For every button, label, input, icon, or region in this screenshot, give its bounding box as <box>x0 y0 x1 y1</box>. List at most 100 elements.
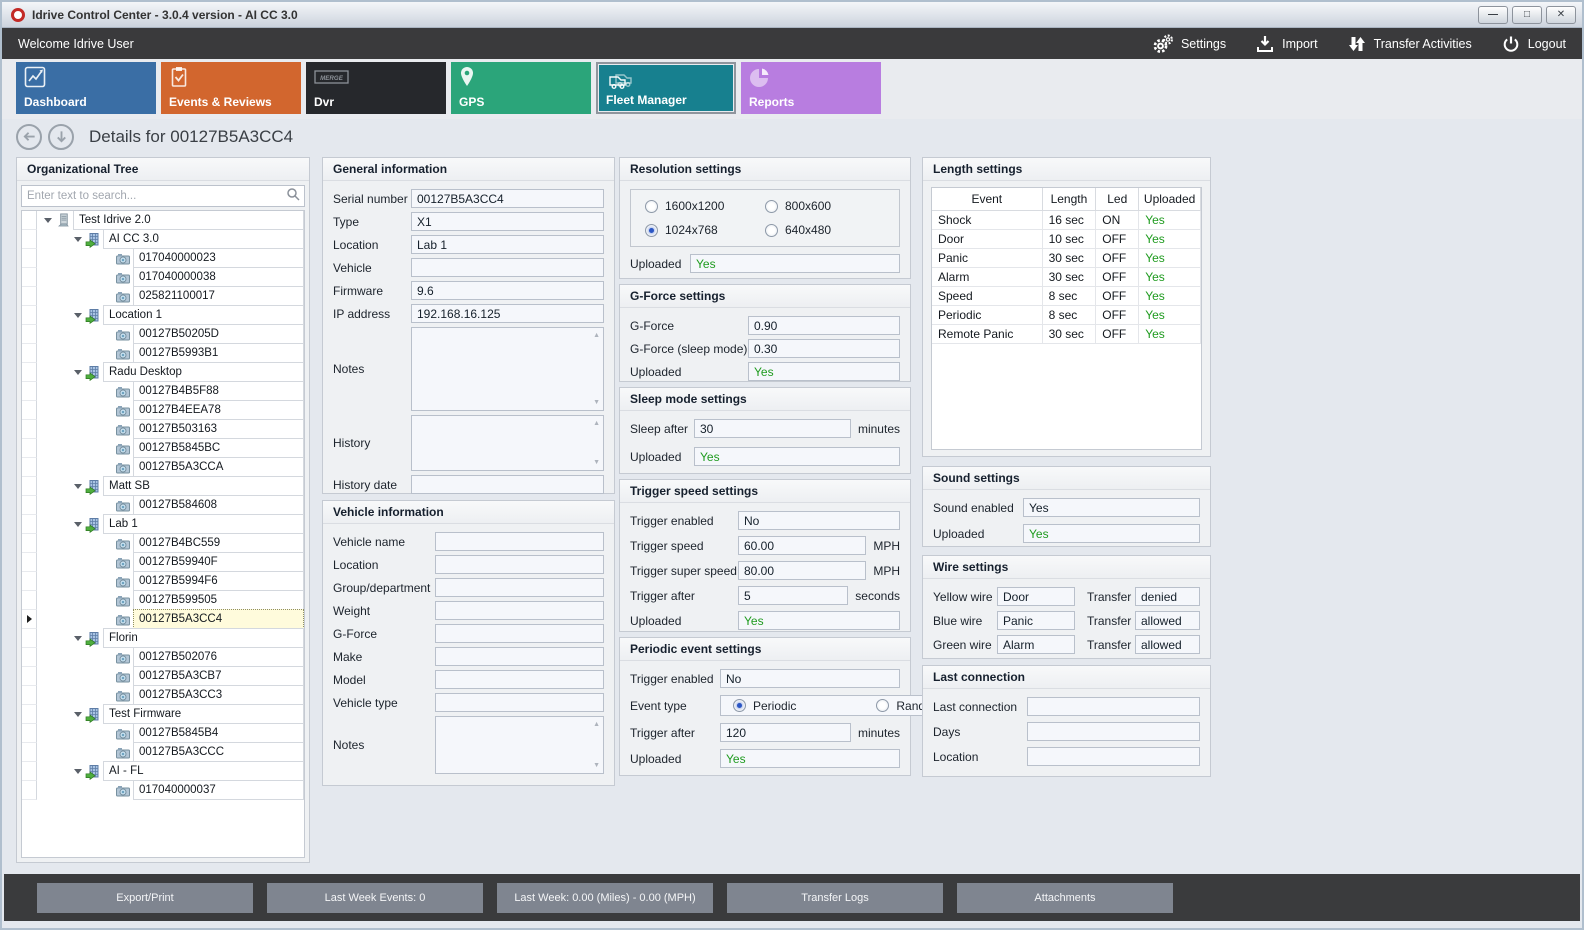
minimize-button[interactable]: — <box>1478 6 1508 24</box>
uploaded-field[interactable] <box>720 749 900 768</box>
model-field[interactable] <box>435 670 604 689</box>
trigger-enabled-field[interactable] <box>720 669 900 688</box>
periodic-radio[interactable]: Periodic <box>733 699 796 713</box>
green-wire-field[interactable] <box>997 635 1075 654</box>
tree-row-00127b4b5f88[interactable]: 00127B4B5F88 <box>22 382 304 401</box>
tree-row-radu-desktop[interactable]: Radu Desktop <box>22 363 304 382</box>
expander-icon[interactable] <box>71 705 84 724</box>
serial-number-field[interactable] <box>411 189 604 208</box>
scroll-down-icon[interactable]: ▼ <box>593 762 600 769</box>
tree-row-017040000038[interactable]: 017040000038 <box>22 268 304 287</box>
tree-row-00127b5993b1[interactable]: 00127B5993B1 <box>22 344 304 363</box>
length-row-alarm[interactable]: Alarm30 secOFFYes <box>932 267 1201 286</box>
tree-row-00127b59940f[interactable]: 00127B59940F <box>22 553 304 572</box>
g-force-sleep-mode-field[interactable] <box>748 339 900 358</box>
sound-enabled-field[interactable] <box>1023 498 1200 517</box>
tree-row-00127b5a3ccc[interactable]: 00127B5A3CCC <box>22 743 304 762</box>
tree-row-lab-1[interactable]: Lab 1 <box>22 515 304 534</box>
scroll-down-icon[interactable]: ▼ <box>593 459 600 466</box>
expander-icon[interactable] <box>71 230 84 249</box>
scroll-up-icon[interactable]: ▲ <box>593 420 600 427</box>
tree-row-00127b5845b4[interactable]: 00127B5845B4 <box>22 724 304 743</box>
expander-icon[interactable] <box>71 306 84 325</box>
scroll-up-icon[interactable]: ▲ <box>593 721 600 728</box>
tree-row-matt-sb[interactable]: Matt SB <box>22 477 304 496</box>
location-field[interactable] <box>1027 747 1200 766</box>
column-header-uploaded[interactable]: Uploaded <box>1139 188 1201 210</box>
yellow-wire-field[interactable] <box>997 587 1075 606</box>
tree-row-00127b50205d[interactable]: 00127B50205D <box>22 325 304 344</box>
column-header-event[interactable]: Event <box>932 188 1042 210</box>
expander-icon[interactable] <box>71 515 84 534</box>
transfer-activities-button[interactable]: Transfer Activities <box>1348 35 1472 53</box>
sleep-after-field[interactable] <box>694 419 851 438</box>
tree-row-00127b5a3cb7[interactable]: 00127B5A3CB7 <box>22 667 304 686</box>
type-field[interactable] <box>411 212 604 231</box>
expander-icon[interactable] <box>71 762 84 781</box>
uploaded-field[interactable] <box>748 362 900 381</box>
search-icon-slot[interactable] <box>286 187 300 206</box>
trigger-after-field[interactable] <box>720 723 851 742</box>
make-field[interactable] <box>435 647 604 666</box>
tab-dvr[interactable]: MERGEDvr <box>306 62 446 114</box>
expander-icon[interactable] <box>71 629 84 648</box>
tree-row-017040000023[interactable]: 017040000023 <box>22 249 304 268</box>
history-textarea[interactable] <box>412 416 603 470</box>
tree-row-00127b4eea78[interactable]: 00127B4EEA78 <box>22 401 304 420</box>
tree-row-florin[interactable]: Florin <box>22 629 304 648</box>
tab-fleet-manager[interactable]: Fleet Manager <box>596 62 736 114</box>
blue-wire-transfer-field[interactable] <box>1135 611 1200 630</box>
location-field[interactable] <box>411 235 604 254</box>
last-connection-field[interactable] <box>1027 697 1200 716</box>
tree-row-00127b5994f6[interactable]: 00127B5994F6 <box>22 572 304 591</box>
1024x768-radio[interactable]: 1024x768 <box>645 223 765 237</box>
uploaded-field[interactable] <box>694 447 900 466</box>
days-field[interactable] <box>1027 722 1200 741</box>
640x480-radio[interactable]: 640x480 <box>765 223 885 237</box>
firmware-field[interactable] <box>411 281 604 300</box>
uploaded-field[interactable] <box>1023 524 1200 543</box>
back-button[interactable] <box>16 124 42 150</box>
tree-row-00127b599505[interactable]: 00127B599505 <box>22 591 304 610</box>
tree-row-025821100017[interactable]: 025821100017 <box>22 287 304 306</box>
column-header-led[interactable]: Led <box>1096 188 1139 210</box>
trigger-speed-field[interactable] <box>738 536 866 555</box>
length-row-door[interactable]: Door10 secOFFYes <box>932 229 1201 248</box>
column-header-length[interactable]: Length <box>1042 188 1096 210</box>
export-print-button[interactable]: Export/Print <box>37 883 253 913</box>
tree-row-017040000037[interactable]: 017040000037 <box>22 781 304 800</box>
vehicle-field[interactable] <box>411 258 604 277</box>
attachments-button[interactable]: Attachments <box>957 883 1173 913</box>
last-week-miles-button[interactable]: Last Week: 0.00 (Miles) - 0.00 (MPH) <box>497 883 713 913</box>
maximize-button[interactable]: □ <box>1512 6 1542 24</box>
tree-row-test-idrive-2-0[interactable]: Test Idrive 2.0 <box>22 211 304 230</box>
uploaded-field[interactable] <box>738 611 900 630</box>
expander-icon[interactable] <box>41 211 54 230</box>
tab-dashboard[interactable]: Dashboard <box>16 62 156 114</box>
g-force-field[interactable] <box>748 316 900 335</box>
tree-row-test-firmware[interactable]: Test Firmware <box>22 705 304 724</box>
last-week-events-button[interactable]: Last Week Events: 0 <box>267 883 483 913</box>
trigger-after-field[interactable] <box>738 586 848 605</box>
expander-icon[interactable] <box>71 363 84 382</box>
length-row-speed[interactable]: Speed8 secOFFYes <box>932 286 1201 305</box>
yellow-wire-transfer-field[interactable] <box>1135 587 1200 606</box>
tree-row-ai-fl[interactable]: AI - FL <box>22 762 304 781</box>
notes-textarea[interactable] <box>412 328 603 410</box>
notes-textarea[interactable] <box>436 717 603 773</box>
length-row-shock[interactable]: Shock16 secONYes <box>932 210 1201 229</box>
g-force-field[interactable] <box>435 624 604 643</box>
tab-events-reviews[interactable]: Events & Reviews <box>161 62 301 114</box>
expander-icon[interactable] <box>71 477 84 496</box>
history-date-field[interactable] <box>411 475 604 494</box>
tree-row-00127b5a3cc4[interactable]: 00127B5A3CC4 <box>22 610 304 629</box>
length-row-remote-panic[interactable]: Remote Panic30 secOFFYes <box>932 324 1201 343</box>
trigger-enabled-field[interactable] <box>738 511 900 530</box>
settings-button[interactable]: Settings <box>1153 34 1226 54</box>
weight-field[interactable] <box>435 601 604 620</box>
tree-row-00127b5a3cc3[interactable]: 00127B5A3CC3 <box>22 686 304 705</box>
800x600-radio[interactable]: 800x600 <box>765 199 885 213</box>
import-button[interactable]: Import <box>1256 35 1317 53</box>
tree-row-00127b584608[interactable]: 00127B584608 <box>22 496 304 515</box>
tree-row-00127b502076[interactable]: 00127B502076 <box>22 648 304 667</box>
